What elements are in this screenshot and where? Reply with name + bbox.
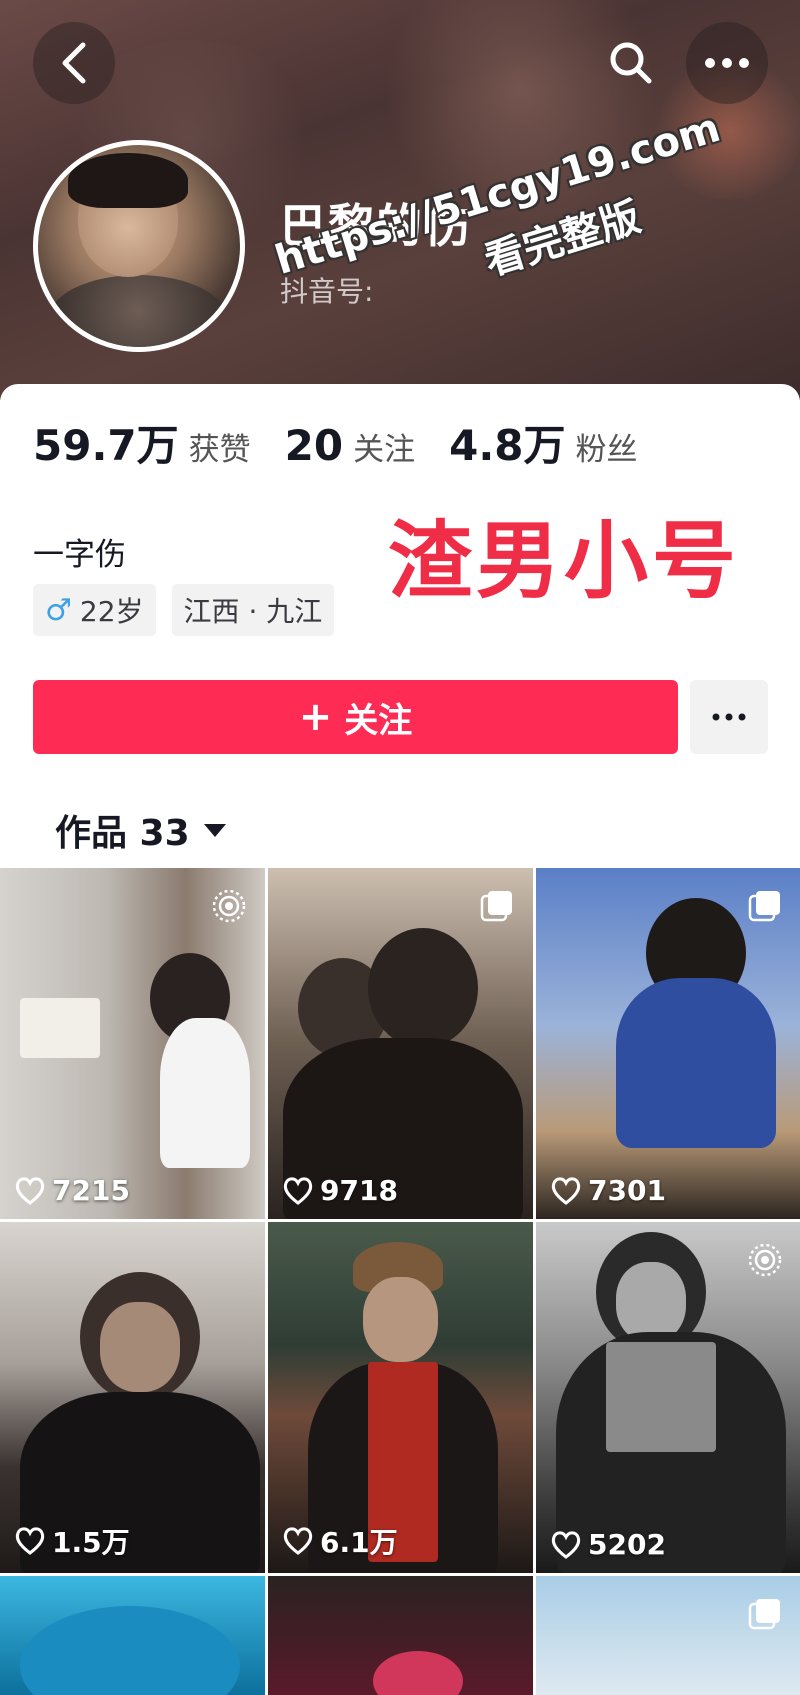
age-tag: ♂ 22岁 (33, 584, 156, 636)
more-actions-button[interactable] (690, 680, 768, 754)
likes-count: 59.7万 (33, 421, 179, 470)
heart-icon (15, 1176, 45, 1205)
like-count: 7215 (14, 1174, 130, 1207)
like-count: 6.1万 (282, 1521, 398, 1561)
plus-icon: + (298, 694, 333, 740)
profile-header: 巴黎的伤 抖音号: https://51cgy19.com 看完整版 (0, 0, 800, 400)
location-text: 江西 · 九江 (183, 595, 323, 628)
search-icon (610, 42, 652, 84)
followers-count[interactable]: 4.8万 (449, 412, 565, 473)
male-icon: ♂ (45, 592, 72, 628)
multi-image-icon (480, 891, 512, 922)
overlay-caption: 渣男小号 (388, 512, 741, 610)
heart-icon (551, 1530, 581, 1559)
profile-card: 59.7万 获赞 20 关注 4.8万 粉丝 一字伤 ♂ 22岁 江西 · 九江… (0, 384, 800, 1695)
more-dots-icon (705, 58, 749, 68)
location-tag: 江西 · 九江 (171, 584, 335, 636)
following-label[interactable]: 关注 (353, 424, 415, 469)
following-count[interactable]: 20 (285, 421, 343, 470)
heart-icon (15, 1527, 45, 1555)
video-tile[interactable]: 7215 (0, 868, 265, 1219)
followers-label[interactable]: 粉丝 (576, 424, 638, 469)
video-tile[interactable] (0, 1576, 265, 1695)
works-tab-label: 作品 33 (55, 813, 190, 854)
stats-row: 59.7万 获赞 20 关注 4.8万 粉丝 (33, 412, 672, 473)
video-tile[interactable]: 5202 (536, 1222, 800, 1573)
video-tile[interactable] (536, 1576, 800, 1695)
profile-tags: ♂ 22岁 江西 · 九江 (33, 584, 350, 636)
follow-label: 关注 (344, 700, 413, 741)
more-dots-icon (712, 713, 746, 721)
video-tile[interactable]: 6.1万 (268, 1222, 533, 1573)
like-count: 1.5万 (14, 1521, 130, 1561)
live-photo-icon (748, 1243, 782, 1277)
back-button[interactable] (33, 22, 115, 104)
multi-image-icon (748, 1599, 780, 1630)
video-tile[interactable] (268, 1576, 533, 1695)
like-count: 7301 (550, 1174, 666, 1207)
like-count: 5202 (550, 1528, 666, 1561)
search-button[interactable] (590, 22, 672, 104)
video-tile[interactable]: 7301 (536, 868, 800, 1219)
bio: 一字伤 (33, 537, 126, 573)
likes-label: 获赞 (188, 432, 251, 468)
age-text: 22岁 (79, 595, 144, 628)
video-tile[interactable]: 1.5万 (0, 1222, 265, 1573)
follow-button[interactable]: + 关注 (33, 680, 678, 754)
video-tile[interactable]: 9718 (268, 868, 533, 1219)
caret-down-icon (203, 823, 226, 837)
heart-icon (283, 1176, 313, 1205)
live-photo-icon (212, 889, 246, 923)
heart-icon (283, 1527, 313, 1555)
more-options-button[interactable] (686, 22, 768, 104)
like-count: 9718 (282, 1174, 398, 1207)
multi-image-icon (748, 891, 780, 922)
tab-works[interactable]: 作品 33 (55, 804, 226, 856)
chevron-left-icon (62, 42, 86, 84)
avatar[interactable] (33, 140, 245, 352)
heart-icon (551, 1176, 581, 1205)
